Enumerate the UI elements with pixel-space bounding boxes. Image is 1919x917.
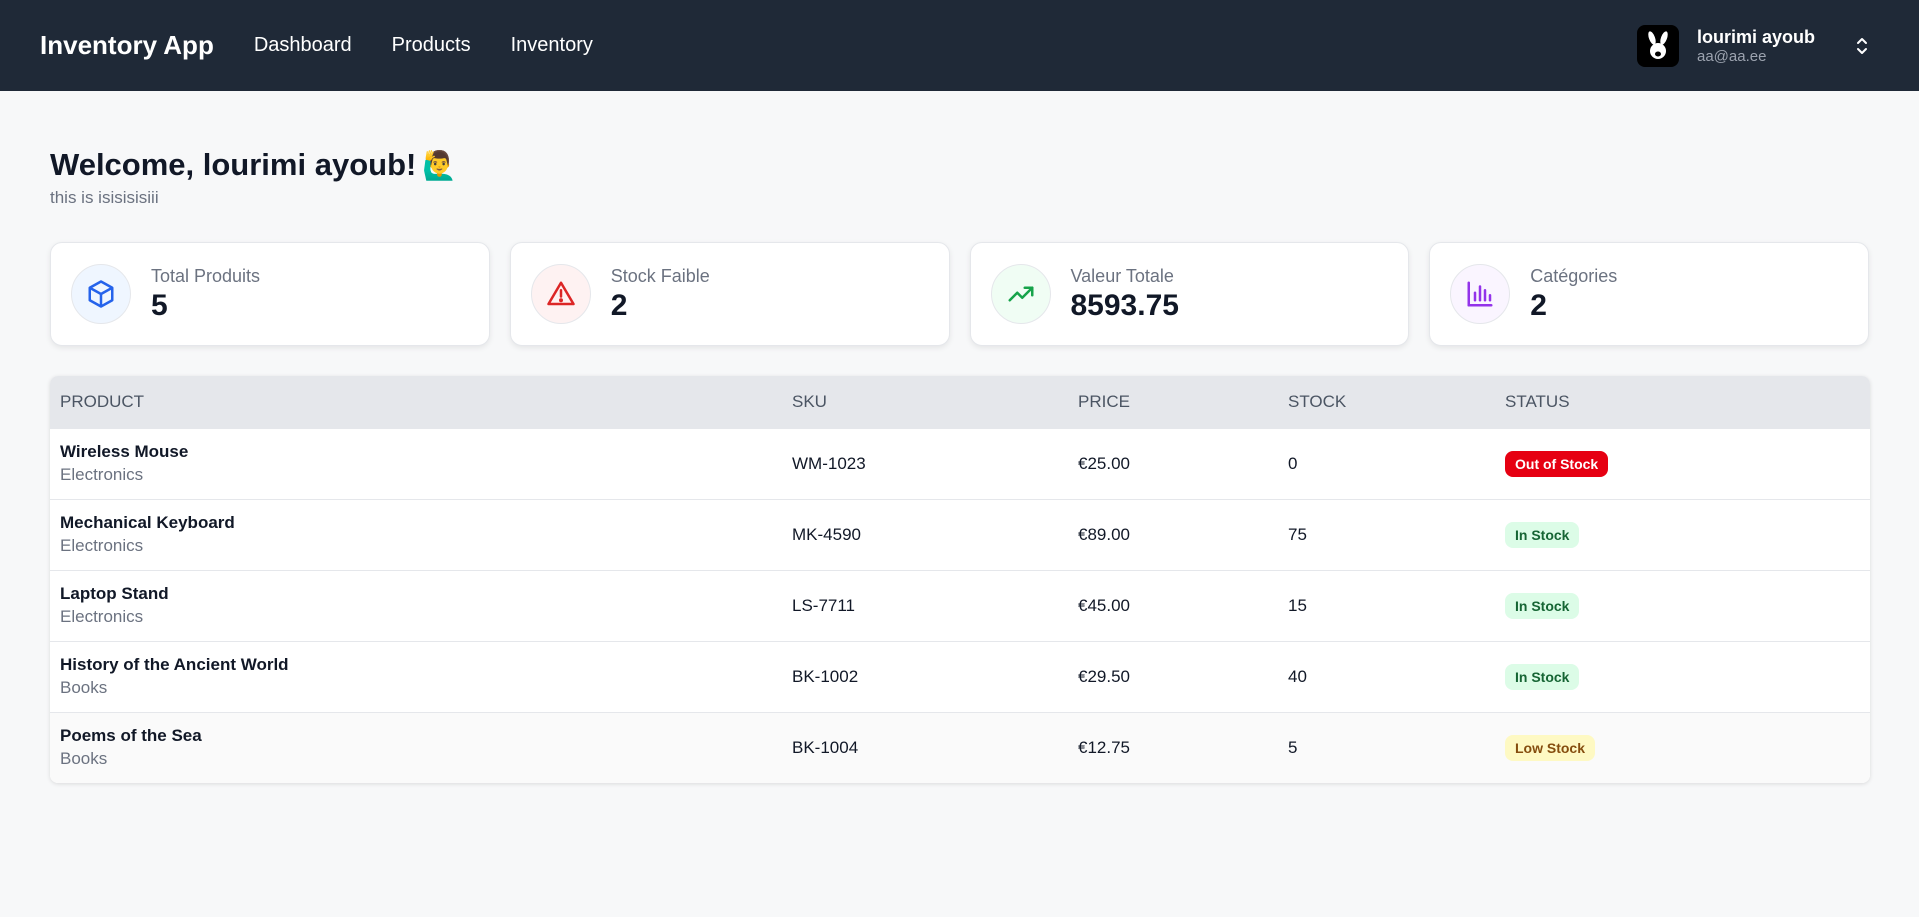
product-category: Books [60,749,108,769]
nav-link-inventory[interactable]: Inventory [511,34,593,57]
user-name: lourimi ayoub [1696,27,1815,47]
table-row[interactable]: Laptop Stand Electronics LS-7711 €45.00 … [50,570,1870,641]
table-header-row: PRODUCT SKU PRICE STOCK STATUS [50,376,1870,428]
sku-cell: WM-1023 [792,453,866,473]
stock-cell: 75 [1288,524,1307,544]
status-badge: In Stock [1505,663,1580,690]
nav-link-products[interactable]: Products [392,34,471,57]
stock-cell: 0 [1288,453,1298,473]
stat-value: 5 [151,288,168,322]
product-cell: Mechanical Keyboard Electronics [50,499,782,570]
box-icon [71,264,131,324]
price-cell: €12.75 [1078,737,1130,757]
column-header-stock: STOCK [1288,391,1347,411]
column-header-product: PRODUCT [60,391,145,411]
stat-label: Valeur Totale [1070,265,1174,286]
product-cell: Poems of the Sea Books [50,712,782,783]
stat-label: Stock Faible [610,265,710,286]
price-cell: €45.00 [1078,595,1130,615]
product-name: Laptop Stand [60,584,169,603]
price-cell: €25.00 [1078,453,1130,473]
stock-cell: 40 [1288,666,1307,686]
products-table: PRODUCT SKU PRICE STOCK STATUS Wireless … [50,376,1870,783]
bar-chart-icon [1450,264,1511,324]
stat-value: 8593.75 [1070,288,1179,322]
column-header-sku: SKU [792,391,827,411]
column-header-price: PRICE [1078,391,1130,411]
user-email: aa@aa.ee [1696,48,1767,65]
product-name: Mechanical Keyboard [60,513,235,532]
product-cell: History of the Ancient World Books [50,641,782,712]
rabbit-icon [1648,31,1668,59]
table-row[interactable]: Mechanical Keyboard Electronics MK-4590 … [50,499,1870,570]
status-badge: Low Stock [1505,734,1596,761]
status-cell: In Stock [1495,499,1870,570]
price-cell: €89.00 [1078,524,1130,544]
stat-card-categories: Catégories 2 [1429,242,1869,346]
product-name: Poems of the Sea [60,726,202,746]
sku-cell: MK-4590 [792,524,861,544]
avatar [1636,25,1679,67]
warning-icon [530,264,591,324]
status-cell: In Stock [1495,641,1870,712]
product-name: Wireless Mouse [60,442,189,461]
stock-cell: 15 [1288,595,1307,615]
raising-hand-emoji: 🙋‍♂️ [422,149,458,181]
status-cell: Out of Stock [1495,428,1870,499]
status-badge: In Stock [1505,521,1580,548]
product-cell: Wireless Mouse Electronics [50,428,782,499]
sku-cell: LS-7711 [792,595,856,615]
product-category: Electronics [60,536,144,555]
status-cell: Low Stock [1495,712,1870,783]
product-category: Electronics [60,607,144,626]
status-badge: In Stock [1505,592,1580,619]
stats-cards: Total Produits 5 Stock Faible 2 Valeur T… [50,242,1869,346]
stat-value: 2 [610,288,628,322]
page-title: Welcome, lourimi ayoub! 🙋‍♂️ [50,146,1869,184]
app-brand[interactable]: Inventory App [40,30,214,61]
column-header-status: STATUS [1505,391,1570,411]
chevron-up-down-icon[interactable] [1855,35,1869,57]
product-cell: Laptop Stand Electronics [50,570,782,641]
sku-cell: BK-1002 [792,666,859,686]
product-category: Books [60,678,108,697]
nav-link-dashboard[interactable]: Dashboard [254,34,352,57]
sku-cell: BK-1004 [792,737,859,757]
stock-cell: 5 [1288,737,1298,757]
table-row[interactable]: History of the Ancient World Books BK-10… [50,641,1870,712]
stat-card-total-products: Total Produits 5 [50,242,490,346]
stat-card-low-stock: Stock Faible 2 [509,242,950,346]
status-badge: Out of Stock [1505,450,1609,477]
table-row[interactable]: Wireless Mouse Electronics WM-1023 €25.0… [50,428,1870,499]
stat-label: Total Produits [151,265,261,286]
stat-card-total-value: Valeur Totale 8593.75 [969,242,1410,346]
stat-value: 2 [1530,288,1547,322]
welcome-text: Welcome, lourimi ayoub! [50,147,417,182]
page-subtitle: this is isisisisiii [50,188,159,207]
stat-label: Catégories [1530,265,1618,286]
top-navbar: Inventory App Dashboard Products Invento… [0,0,1919,91]
status-cell: In Stock [1495,570,1870,641]
product-category: Electronics [60,465,144,484]
main-content: Welcome, lourimi ayoub! 🙋‍♂️ this is isi… [0,146,1919,783]
user-menu[interactable]: lourimi ayoub aa@aa.ee [1636,25,1869,67]
price-cell: €29.50 [1078,666,1130,686]
table-row[interactable]: Poems of the Sea Books BK-1004 €12.75 5 … [50,712,1870,783]
product-name: History of the Ancient World [60,655,289,674]
trending-up-icon [990,264,1051,324]
